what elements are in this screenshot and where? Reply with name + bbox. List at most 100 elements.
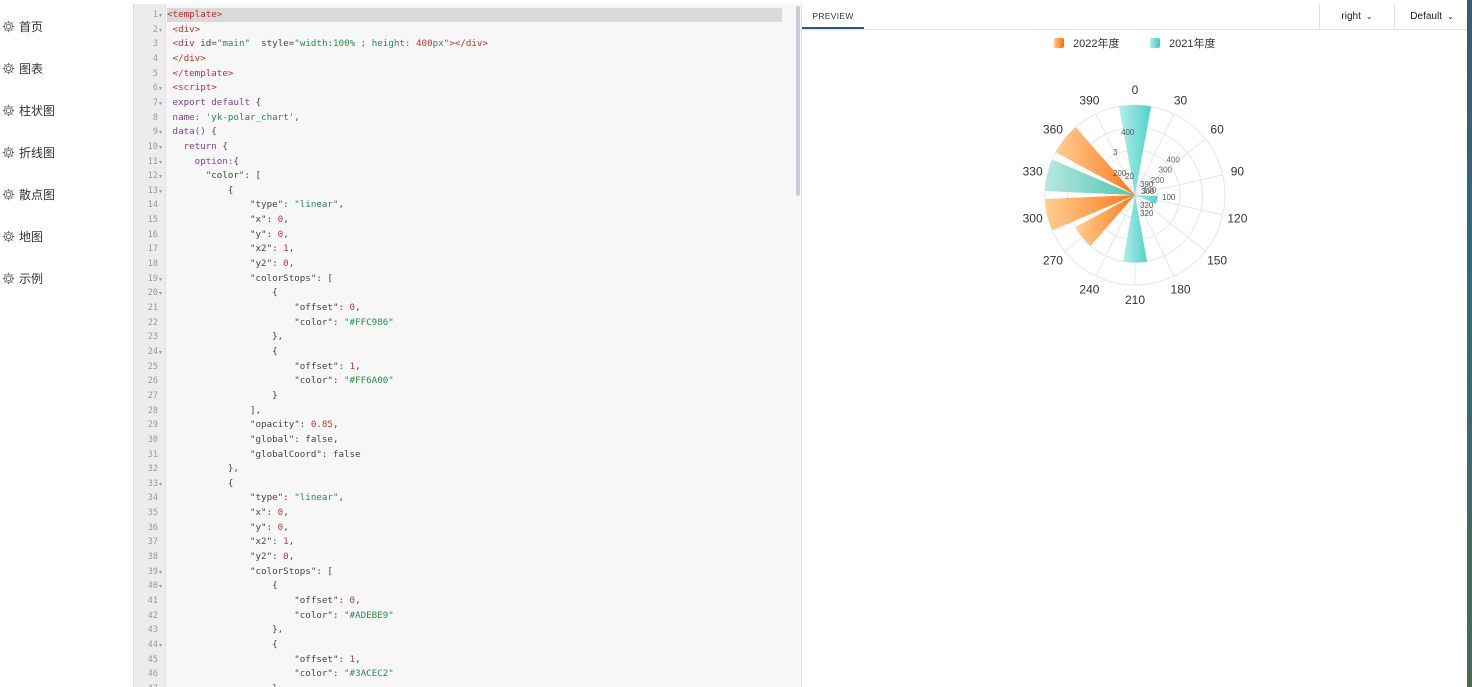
code-line[interactable]: "offset": 0, [167,301,802,315]
fold-toggle-icon[interactable]: ▾ [159,159,162,166]
fold-toggle-icon[interactable]: ▾ [159,173,162,180]
code-line[interactable]: } [167,682,802,687]
code-line[interactable]: option:{ [167,155,802,169]
code-line[interactable]: <div id="main" style="width:100% ; heigh… [167,37,802,51]
editor-scrollbar[interactable] [796,6,800,196]
code-line[interactable]: "colorStops": [ [167,565,802,579]
code-line[interactable]: "type": "linear", [167,198,802,212]
fold-toggle-icon[interactable]: ▾ [159,290,162,297]
code-line[interactable]: "y": 0, [167,521,802,535]
code-line[interactable]: }, [167,462,802,476]
polar-bar-chart: 2022年度 2021年度 0 30 60 90 120 150 180 210 240 270 300… [1023,36,1248,307]
theme-select[interactable]: Default ⌄ [1394,4,1469,29]
line-number: 21 [147,303,158,313]
code-line[interactable]: </template> [167,67,802,81]
code-area[interactable]: <template> <div> <div id="main" style="w… [167,4,802,687]
angle-tick-label: 150 [1207,253,1227,267]
line-number: 26 [147,376,158,387]
code-line[interactable]: { [167,477,802,491]
sidebar: 首页图表柱状图折线图散点图地图示例 [0,0,133,687]
code-line[interactable]: name: 'yk-polar_chart', [167,111,802,125]
code-editor[interactable]: 1 ▾ 2 ▾ 3 4 5 6 ▾ 7 ▾ 8 9 ▾ 10 ▾ 11 ▾ 12 ▾ 13 ▾ 14 15 16 17 18 19 ▾ 2… [133,4,802,687]
code-line[interactable]: }, [167,330,802,344]
code-line[interactable]: "y": 0, [167,228,802,242]
angle-tick-label: 360 [1043,123,1063,137]
line-number: 38 [147,552,158,563]
code-line[interactable]: "x2": 1, [167,535,802,549]
fold-toggle-icon[interactable]: ▾ [159,85,162,92]
sidebar-item-1[interactable]: 图表 [2,58,43,78]
code-line[interactable]: "x": 0, [167,213,802,227]
sidebar-item-label: 折线图 [19,145,56,160]
code-line[interactable]: return { [167,140,802,154]
line-number: 27 [147,390,158,401]
code-line[interactable]: "offset": 1, [167,360,802,374]
gear-icon [2,272,15,284]
fold-toggle-icon[interactable]: ▾ [159,100,162,107]
code-line[interactable]: data() { [167,125,802,139]
line-number: 46 [147,669,158,680]
code-line[interactable]: "color": "#3ACEC2" [167,667,802,681]
line-number: 14 [147,200,158,211]
fold-toggle-icon[interactable]: ▾ [159,144,162,151]
code-line[interactable]: { [167,184,802,198]
fold-toggle-icon[interactable]: ▾ [159,27,162,34]
code-line[interactable]: export default { [167,96,802,110]
code-line[interactable]: "y2": 0, [167,257,802,271]
fold-toggle-icon[interactable]: ▾ [159,481,162,488]
code-line[interactable]: <div> [167,23,802,37]
line-number: 7 [152,97,158,108]
code-line[interactable]: "offset": 0, [167,594,802,608]
data-label: 320 [1140,209,1154,218]
line-number: 23 [147,332,158,343]
fold-toggle-icon[interactable]: ▾ [159,569,162,576]
sidebar-item-4[interactable]: 散点图 [2,184,55,204]
code-line[interactable]: { [167,579,802,593]
angle-tick-label: 270 [1043,253,1063,267]
code-line[interactable]: "type": "linear", [167,491,802,505]
code-line[interactable]: { [167,638,802,652]
data-label: 300 [1141,187,1155,196]
fold-toggle-icon[interactable]: ▾ [159,583,162,590]
chevron-down-icon: ⌄ [1446,12,1454,21]
position-select[interactable]: right ⌄ [1319,4,1394,29]
sidebar-item-2[interactable]: 柱状图 [2,100,55,120]
fold-toggle-icon[interactable]: ▾ [159,188,162,195]
code-line[interactable]: "color": [ [167,169,802,183]
line-number: 18 [147,259,158,270]
sidebar-item-3[interactable]: 折线图 [2,142,55,162]
code-line[interactable]: "globalCoord": false [167,448,802,462]
code-line[interactable]: <template> [167,8,782,22]
fold-toggle-icon[interactable]: ▾ [159,129,162,136]
fold-toggle-icon[interactable]: ▾ [159,12,162,19]
line-number: 5 [152,68,158,79]
code-line[interactable]: { [167,345,802,359]
code-line[interactable]: { [167,286,802,300]
code-line[interactable]: "colorStops": [ [167,272,802,286]
code-line[interactable]: "global": false, [167,433,802,447]
code-line[interactable]: }, [167,623,802,637]
code-line[interactable]: "color": "#FF6A00" [167,374,802,388]
line-number: 41 [147,596,158,606]
fold-toggle-icon[interactable]: ▾ [159,349,162,356]
fold-toggle-icon[interactable]: ▾ [159,642,162,649]
line-number: 9 [152,127,158,138]
code-line[interactable]: "opacity": 0.85, [167,418,802,432]
sidebar-item-5[interactable]: 地图 [2,226,43,246]
code-line[interactable]: "x": 0, [167,506,802,520]
code-line[interactable]: "y2": 0, [167,550,802,564]
code-line[interactable]: <script> [167,81,802,95]
code-line[interactable]: "offset": 1, [167,653,802,667]
sidebar-item-0[interactable]: 首页 [2,16,43,36]
code-line[interactable]: "color": "#ADEBE9" [167,609,802,623]
fold-toggle-icon[interactable]: ▾ [159,276,162,283]
code-line[interactable]: </div> [167,52,802,66]
code-line[interactable]: } [167,389,802,403]
angle-tick-label: 330 [1023,165,1043,179]
code-line[interactable]: "x2": 1, [167,242,802,256]
code-line[interactable]: "color": "#FFC986" [167,316,802,330]
sidebar-item-6[interactable]: 示例 [2,268,43,288]
line-number: 3 [152,39,158,50]
tab-preview[interactable]: PREVIEW [802,4,864,29]
code-line[interactable]: ], [167,404,802,418]
